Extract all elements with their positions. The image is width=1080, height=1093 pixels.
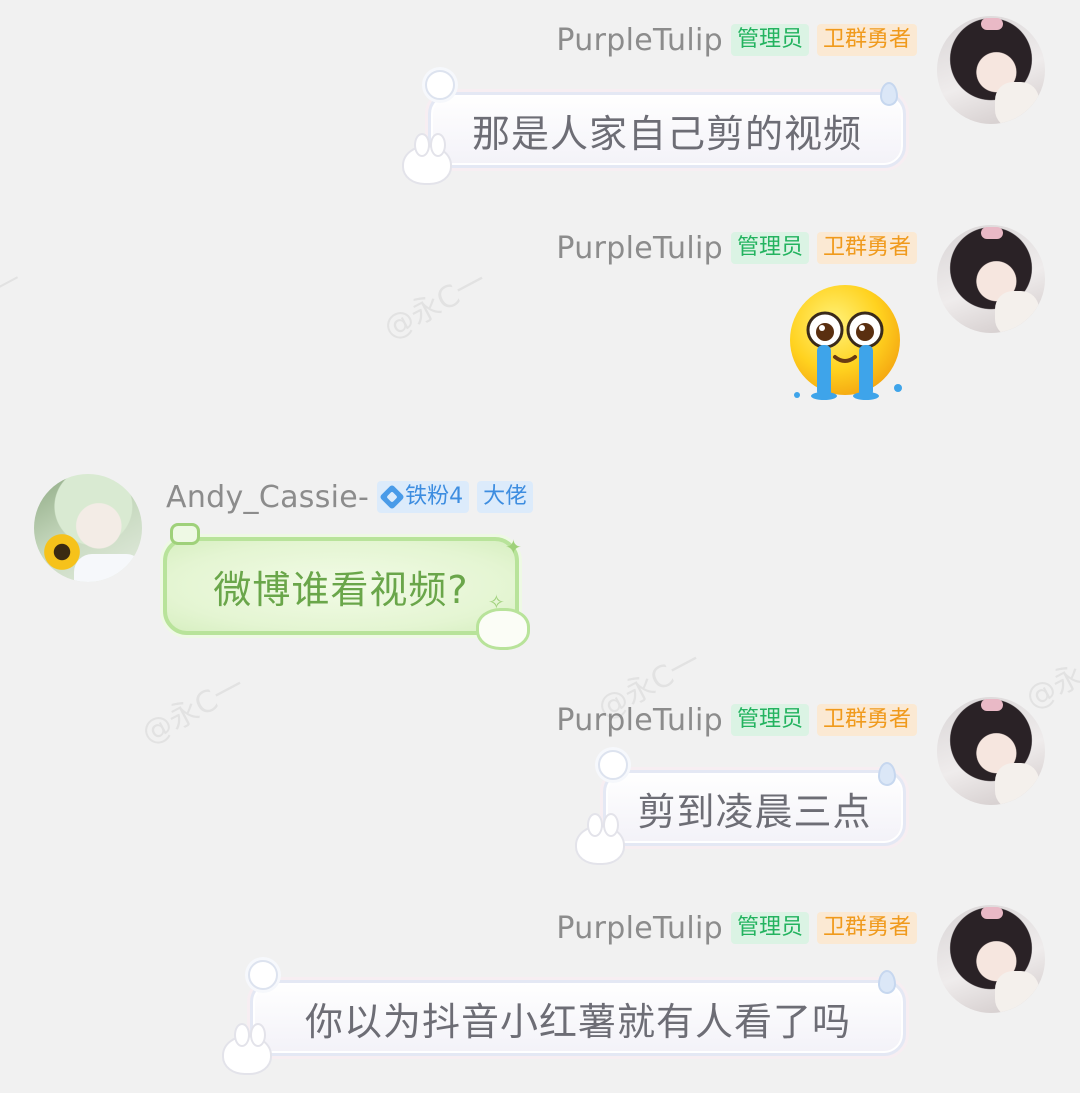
admin-badge: 管理员 [730, 912, 809, 944]
message-header: PurpleTulip 管理员 卫群勇者 [556, 228, 917, 268]
bow-decoration [981, 699, 1003, 711]
avatar-detail [995, 971, 1039, 1013]
user-avatar[interactable] [937, 905, 1045, 1013]
crying-face-emoji-icon[interactable] [785, 285, 905, 400]
watermark: — [0, 260, 27, 305]
bunny-decoration-icon [402, 133, 452, 185]
admin-badge: 管理员 [730, 24, 809, 56]
guard-badge: 卫群勇者 [816, 24, 917, 56]
watermark: @永C一 [377, 263, 493, 347]
message-header: Andy_Cassie- 铁粉4 大佬 [166, 477, 534, 517]
bunny-decoration-icon [575, 813, 625, 865]
username[interactable]: PurpleTulip [556, 703, 723, 738]
flower-decoration-icon [425, 70, 455, 100]
admin-badge: 管理员 [730, 704, 809, 736]
admin-badge: 管理员 [730, 232, 809, 264]
guard-badge: 卫群勇者 [816, 232, 917, 264]
message-header: PurpleTulip 管理员 卫群勇者 [556, 908, 917, 948]
bow-decoration-icon [170, 523, 200, 545]
avatar-detail [995, 291, 1039, 333]
user-avatar[interactable] [937, 16, 1045, 124]
guard-badge: 卫群勇者 [816, 704, 917, 736]
fan-level-badge: 铁粉4 [377, 481, 470, 513]
droplet-decoration-icon [880, 82, 898, 106]
username[interactable]: PurpleTulip [556, 231, 723, 266]
sparkle-decoration-icon: ✦ [505, 535, 522, 559]
flower-decoration-icon [598, 750, 628, 780]
droplet-decoration-icon [878, 970, 896, 994]
username[interactable]: Andy_Cassie- [166, 480, 369, 515]
avatar-detail [995, 763, 1039, 805]
boss-badge: 大佬 [477, 481, 534, 513]
bow-decoration [981, 227, 1003, 239]
watermark: @永C一 [135, 668, 251, 752]
watermark: @永C一 [1019, 633, 1080, 717]
cat-decoration-icon [476, 608, 530, 650]
bunny-decoration-icon [222, 1023, 272, 1075]
username[interactable]: PurpleTulip [556, 911, 723, 946]
bow-decoration [981, 907, 1003, 919]
avatar-detail [995, 82, 1039, 124]
message-bubble[interactable]: 剪到凌晨三点 [603, 770, 906, 846]
user-avatar[interactable] [937, 697, 1045, 805]
message-bubble[interactable]: 微博谁看视频? [163, 537, 519, 635]
user-avatar[interactable] [34, 474, 142, 582]
avatar-detail [74, 554, 142, 582]
fan-level-label: 铁粉4 [405, 484, 464, 509]
guard-badge: 卫群勇者 [816, 912, 917, 944]
droplet-decoration-icon [878, 762, 896, 786]
message-bubble[interactable]: 你以为抖音小红薯就有人看了吗 [250, 980, 906, 1056]
message-header: PurpleTulip 管理员 卫群勇者 [556, 20, 917, 60]
user-avatar[interactable] [937, 225, 1045, 333]
username[interactable]: PurpleTulip [556, 23, 723, 58]
bow-decoration [981, 18, 1003, 30]
flower-decoration-icon [248, 960, 278, 990]
diamond-icon [379, 484, 405, 510]
message-header: PurpleTulip 管理员 卫群勇者 [556, 700, 917, 740]
message-bubble[interactable]: 那是人家自己剪的视频 [428, 92, 906, 168]
